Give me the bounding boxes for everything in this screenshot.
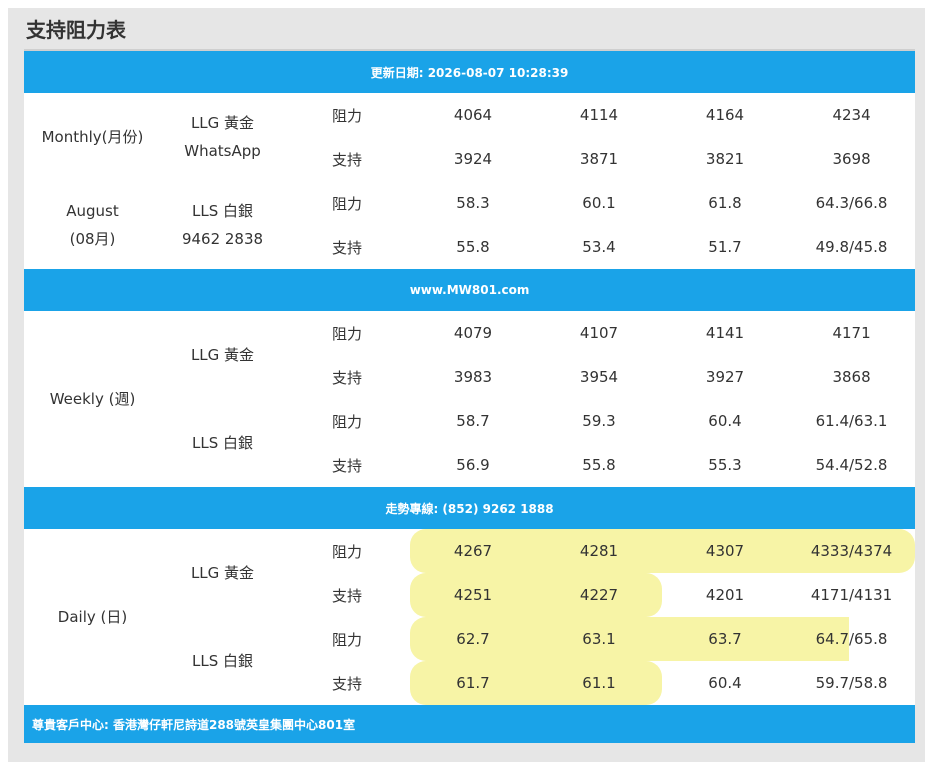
value-cell: 55.8	[582, 456, 616, 474]
value-cell: 58.3	[456, 194, 490, 212]
value-cell: 3927	[705, 368, 745, 386]
value-cell: 54.4/52.8	[815, 456, 888, 474]
value-cell: 61.8	[708, 194, 742, 212]
value-cell: 4107	[579, 324, 619, 342]
value-cell: 3698	[832, 150, 871, 168]
highlighted-value-cell: 63.7	[662, 617, 788, 661]
monthly-lls-cell: LLS 白銀 9462 2838	[161, 181, 284, 269]
value-cell: 53.4	[582, 238, 616, 256]
monthly-llg-cell: LLG 黃金 WhatsApp	[161, 93, 284, 181]
kind-label: 支持	[331, 456, 362, 475]
highlighted-value-cell: 4251	[410, 573, 536, 617]
value-cell: 4114	[579, 106, 619, 124]
month-number: (08月)	[69, 230, 116, 248]
value-cell: 55.3	[708, 456, 742, 474]
kind-label: 支持	[331, 238, 362, 257]
value-cell: 4064	[453, 106, 493, 124]
value-cell: 4171/4131	[810, 586, 893, 604]
support-resistance-table: 更新日期: 2026-08-07 10:28:39 Monthly(月份) LL…	[24, 51, 916, 743]
highlighted-value-cell: 63.1	[536, 617, 662, 661]
hotline-band: 走勢專線: (852) 9262 1888	[24, 487, 916, 529]
value-cell: 4079	[453, 324, 493, 342]
update-date-text: 更新日期: 2026-08-07 10:28:39	[24, 51, 916, 93]
value-cell: 60.4	[708, 412, 742, 430]
highlighted-value-cell: 4281	[536, 529, 662, 573]
monthly-label: Monthly(月份)	[41, 128, 144, 146]
weekly-llg-label: LLG 黃金	[190, 346, 255, 364]
table-row: Monthly(月份) LLG 黃金 WhatsApp 阻力 4064 4114…	[24, 93, 915, 160]
highlighted-value-cell: 62.7	[410, 617, 536, 661]
table-row: August (08月) LLS 白銀 9462 2838 阻力 58.3 60…	[24, 181, 915, 248]
kind-label: 阻力	[331, 542, 362, 561]
value-cell: 3954	[579, 368, 619, 386]
hotline-text: 走勢專線: (852) 9262 1888	[24, 487, 916, 529]
value-cell: 60.1	[582, 194, 616, 212]
value-cell: 58.7	[456, 412, 490, 430]
highlighted-value-cell: 4307	[662, 529, 788, 573]
value-cell: 3821	[705, 150, 745, 168]
highlighted-value-cell: 61.7	[410, 661, 536, 705]
page-title: 支持阻力表	[26, 18, 126, 42]
highlighted-value-cell: 61.1	[536, 661, 662, 705]
value-cell: 4171	[832, 324, 871, 342]
footer-address-band: 尊貴客戶中心: 香港灣仔軒尼詩道288號英皇集團中心801室	[24, 705, 916, 743]
daily-period-label: Daily (日)	[57, 608, 128, 626]
weekly-lls-label: LLS 白銀	[191, 434, 253, 452]
monthly-month-label: August (08月)	[24, 181, 161, 269]
weekly-period-label: Weekly (週)	[49, 390, 136, 408]
value-cell: 3983	[453, 368, 493, 386]
value-cell: 4164	[705, 106, 745, 124]
kind-label: 阻力	[331, 412, 362, 431]
kind-label: 阻力	[331, 106, 362, 125]
website-band: www.MW801.com	[24, 269, 916, 311]
kind-label: 支持	[331, 586, 362, 605]
value-cell: 3871	[579, 150, 619, 168]
value-cell: 3868	[832, 368, 871, 386]
table-row: Daily (日) LLG 黃金 阻力 4267 4281 4307 4333/…	[24, 529, 916, 626]
update-date-band: 更新日期: 2026-08-07 10:28:39	[24, 51, 916, 93]
value-cell: 60.4	[708, 674, 742, 692]
value-cell: 55.8	[456, 238, 490, 256]
daily-lls-label: LLS 白銀	[191, 652, 253, 670]
kind-label: 阻力	[331, 194, 362, 213]
value-cell: 51.7	[708, 238, 742, 256]
monthly-period-label: Monthly(月份)	[24, 93, 161, 181]
kind-label: 支持	[331, 368, 362, 387]
value-cell: 49.8/45.8	[815, 238, 888, 256]
value-cell: 56.9	[456, 456, 490, 474]
highlighted-value-cell: 4267	[410, 529, 536, 573]
website-text: www.MW801.com	[24, 269, 916, 311]
daily-llg-label: LLG 黃金	[190, 564, 255, 582]
partially-highlighted-value-cell: 64.7/65.8	[788, 617, 916, 661]
footer-address-text: 尊貴客戶中心: 香港灣仔軒尼詩道288號英皇集團中心801室	[24, 705, 916, 743]
value-cell: 59.3	[582, 412, 616, 430]
value-cell: 59.7/58.8	[815, 674, 888, 692]
kind-label: 支持	[331, 150, 362, 169]
llg-gold-label: LLG 黃金	[190, 114, 255, 132]
highlighted-value-cell: 4333/4374	[788, 529, 916, 573]
lls-silver-label: LLS 白銀	[191, 202, 253, 220]
kind-label: 阻力	[331, 324, 362, 343]
highlighted-value-cell: 4227	[536, 573, 662, 617]
value-cell: 61.4/63.1	[815, 412, 888, 430]
phone-number: 9462 2838	[181, 230, 264, 248]
table-row: Weekly (週) LLG 黃金 阻力 4079 4107 4141 4171	[24, 311, 915, 408]
kind-label: 阻力	[331, 630, 362, 649]
value-cell: 64.3/66.8	[815, 194, 888, 212]
whatsapp-label: WhatsApp	[184, 142, 261, 160]
value-cell: 4141	[705, 324, 745, 342]
value-cell: 4234	[832, 106, 871, 124]
month-name: August	[66, 202, 119, 220]
kind-label: 支持	[331, 674, 362, 693]
value-cell: 4201	[705, 586, 745, 604]
value-cell: 3924	[453, 150, 493, 168]
